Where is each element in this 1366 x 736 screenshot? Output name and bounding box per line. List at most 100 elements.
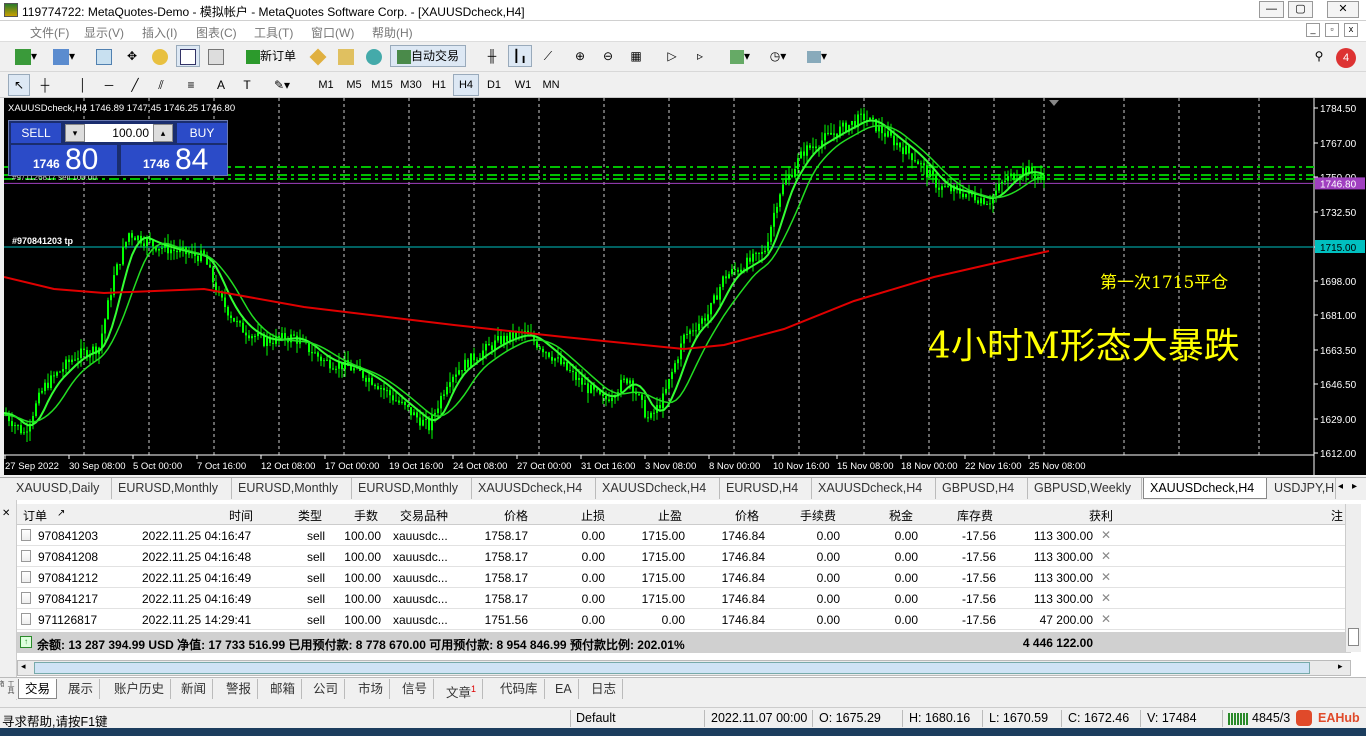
tf-m15-button[interactable]: M15 (368, 74, 396, 96)
tf-mn-button[interactable]: MN (538, 74, 564, 96)
horizontal-scrollbar[interactable]: ◂ ▸ (17, 660, 1351, 676)
market-icon[interactable] (334, 45, 358, 67)
mdi-close-button[interactable]: x (1344, 23, 1358, 37)
navigator-icon[interactable] (148, 45, 172, 67)
price-chart[interactable]: 1784.501767.001750.001732.501715.001698.… (4, 98, 1366, 475)
scroll-thumb[interactable] (1348, 628, 1359, 646)
order-row[interactable]: 970841212 2022.11.25 04:16:49 sell 100.00 xa… (17, 567, 1351, 588)
tf-d1-button[interactable]: D1 (482, 74, 506, 96)
sell-price[interactable]: 1746 80 (11, 143, 117, 176)
tf-h1-button[interactable]: H1 (427, 74, 451, 96)
maximize-button[interactable]: ▢ (1288, 1, 1313, 18)
chart-tab[interactable]: EURUSD,H4 (720, 478, 812, 499)
signals-icon[interactable] (362, 45, 386, 67)
col-sl[interactable]: 止损 (581, 507, 605, 524)
search-icon[interactable]: ⚲ (1308, 45, 1330, 67)
chart-tab[interactable]: XAUUSDcheck,H4 (472, 478, 596, 499)
order-row[interactable]: 970841203 2022.11.25 04:16:47 sell 100.00 xa… (17, 525, 1351, 546)
channel-icon[interactable]: ⫽ (150, 74, 172, 96)
new-chart-button[interactable]: ▾ (8, 45, 44, 67)
text-icon[interactable]: A (210, 74, 232, 96)
lot-decrease-button[interactable]: ▾ (65, 124, 85, 142)
order-row[interactable]: 970841208 2022.11.25 04:16:48 sell 100.00 xa… (17, 546, 1351, 567)
chart-tab[interactable]: EURUSD,Monthly (232, 478, 352, 499)
col-symbol[interactable]: 交易品种 (400, 507, 448, 524)
terminal-icon[interactable] (176, 45, 200, 67)
hscroll-thumb[interactable] (34, 662, 1310, 674)
tab-trade[interactable]: 交易 (18, 679, 58, 699)
tab-alerts[interactable]: 警报 (220, 679, 259, 699)
tf-m30-button[interactable]: M30 (397, 74, 425, 96)
close-order-icon[interactable]: ✕ (1101, 612, 1111, 626)
menu-view[interactable]: 显示(V) (84, 24, 124, 41)
mdi-restore-button[interactable]: ▫ (1325, 23, 1339, 37)
tab-scroll-left-icon[interactable]: ◂ (1338, 481, 1343, 492)
line-chart-icon[interactable]: ⟋ (536, 45, 560, 67)
indicators-button[interactable]: ▾ (724, 45, 756, 67)
market-watch-icon[interactable] (92, 45, 116, 67)
buy-button[interactable]: BUY (177, 123, 227, 143)
vertical-scrollbar[interactable] (1345, 504, 1361, 652)
shapes-button[interactable]: ✎▾ (262, 74, 302, 96)
autotrade-button[interactable]: 自动交易 (390, 45, 466, 67)
scroll-left-icon[interactable]: ◂ (21, 661, 26, 672)
col-tax[interactable]: 税金 (889, 507, 913, 524)
close-order-icon[interactable]: ✕ (1101, 591, 1111, 605)
col-open-price[interactable]: 价格 (504, 507, 528, 524)
menu-chart[interactable]: 图表(C) (196, 24, 237, 41)
tab-mailbox[interactable]: 邮箱 (264, 679, 303, 699)
new-order-button[interactable]: 新订单 (240, 45, 302, 67)
lot-input[interactable]: 100.00 (85, 124, 153, 142)
close-order-icon[interactable]: ✕ (1101, 570, 1111, 584)
data-window-icon[interactable]: ✥ (120, 45, 144, 67)
menu-insert[interactable]: 插入(I) (142, 24, 177, 41)
tile-windows-icon[interactable]: ▦ (624, 45, 648, 67)
close-order-icon[interactable]: ✕ (1101, 549, 1111, 563)
col-volume[interactable]: 手数 (354, 507, 378, 524)
chart-tab[interactable]: XAUUSDcheck,H4 (812, 478, 936, 499)
tf-m5-button[interactable]: M5 (342, 74, 366, 96)
close-button[interactable]: ✕ (1327, 1, 1359, 18)
chart-tab[interactable]: XAUUSD,Daily (10, 478, 112, 499)
cursor-icon[interactable]: ↖ (8, 74, 30, 96)
close-order-icon[interactable]: ✕ (1101, 528, 1111, 542)
sell-button[interactable]: SELL (11, 123, 61, 143)
strategy-tester-icon[interactable] (204, 45, 228, 67)
trendline-icon[interactable]: ╱ (124, 74, 146, 96)
order-row[interactable]: 971126817 2022.11.25 14:29:41 sell 100.00 xa… (17, 609, 1351, 630)
col-swap[interactable]: 库存费 (957, 507, 993, 524)
tab-history[interactable]: 账户历史 (108, 679, 172, 699)
col-tp[interactable]: 止盈 (658, 507, 682, 524)
col-type[interactable]: 类型 (298, 507, 322, 524)
chart-tab[interactable]: GBPUSD,Weekly (1028, 478, 1142, 499)
fibonacci-icon[interactable]: ≡ (180, 74, 202, 96)
mdi-minimize-button[interactable]: _ (1306, 23, 1320, 37)
menu-file[interactable]: 文件(F) (30, 24, 69, 41)
menu-help[interactable]: 帮助(H) (372, 24, 413, 41)
crosshair-icon[interactable]: ┼ (34, 74, 56, 96)
tab-news[interactable]: 新闻 (175, 679, 214, 699)
tab-articles[interactable]: 文章1 (440, 679, 484, 700)
col-comment[interactable]: 注 (1331, 507, 1343, 524)
tab-company[interactable]: 公司 (307, 679, 346, 699)
chart-tab[interactable]: USDJPY,H (1268, 478, 1336, 499)
tab-signals[interactable]: 信号 (396, 679, 435, 699)
lot-increase-button[interactable]: ▴ (153, 124, 173, 142)
close-icon[interactable]: ✕ (2, 508, 10, 519)
menu-window[interactable]: 窗口(W) (311, 24, 354, 41)
tab-scroll-right-icon[interactable]: ▸ (1352, 481, 1357, 492)
terminal-side-handle[interactable]: ✕ (0, 500, 17, 700)
text-label-icon[interactable]: T (236, 74, 258, 96)
periods-button[interactable]: ◷▾ (762, 45, 794, 67)
candlestick-icon[interactable]: ┃╻ (508, 45, 532, 67)
col-time[interactable]: 时间 (229, 507, 253, 524)
tab-journal[interactable]: 日志 (585, 679, 624, 699)
metaeditor-icon[interactable] (306, 45, 330, 67)
templates-button[interactable]: ▾ (800, 45, 834, 67)
zoom-in-icon[interactable]: ⊕ (568, 45, 592, 67)
col-ticket[interactable]: 订单 (23, 507, 47, 524)
col-price[interactable]: 价格 (735, 507, 759, 524)
order-row[interactable]: 970841217 2022.11.25 04:16:49 sell 100.00 xa… (17, 588, 1351, 609)
tab-codebase[interactable]: 代码库 (494, 679, 545, 699)
auto-scroll-icon[interactable]: ▷ (660, 45, 684, 67)
